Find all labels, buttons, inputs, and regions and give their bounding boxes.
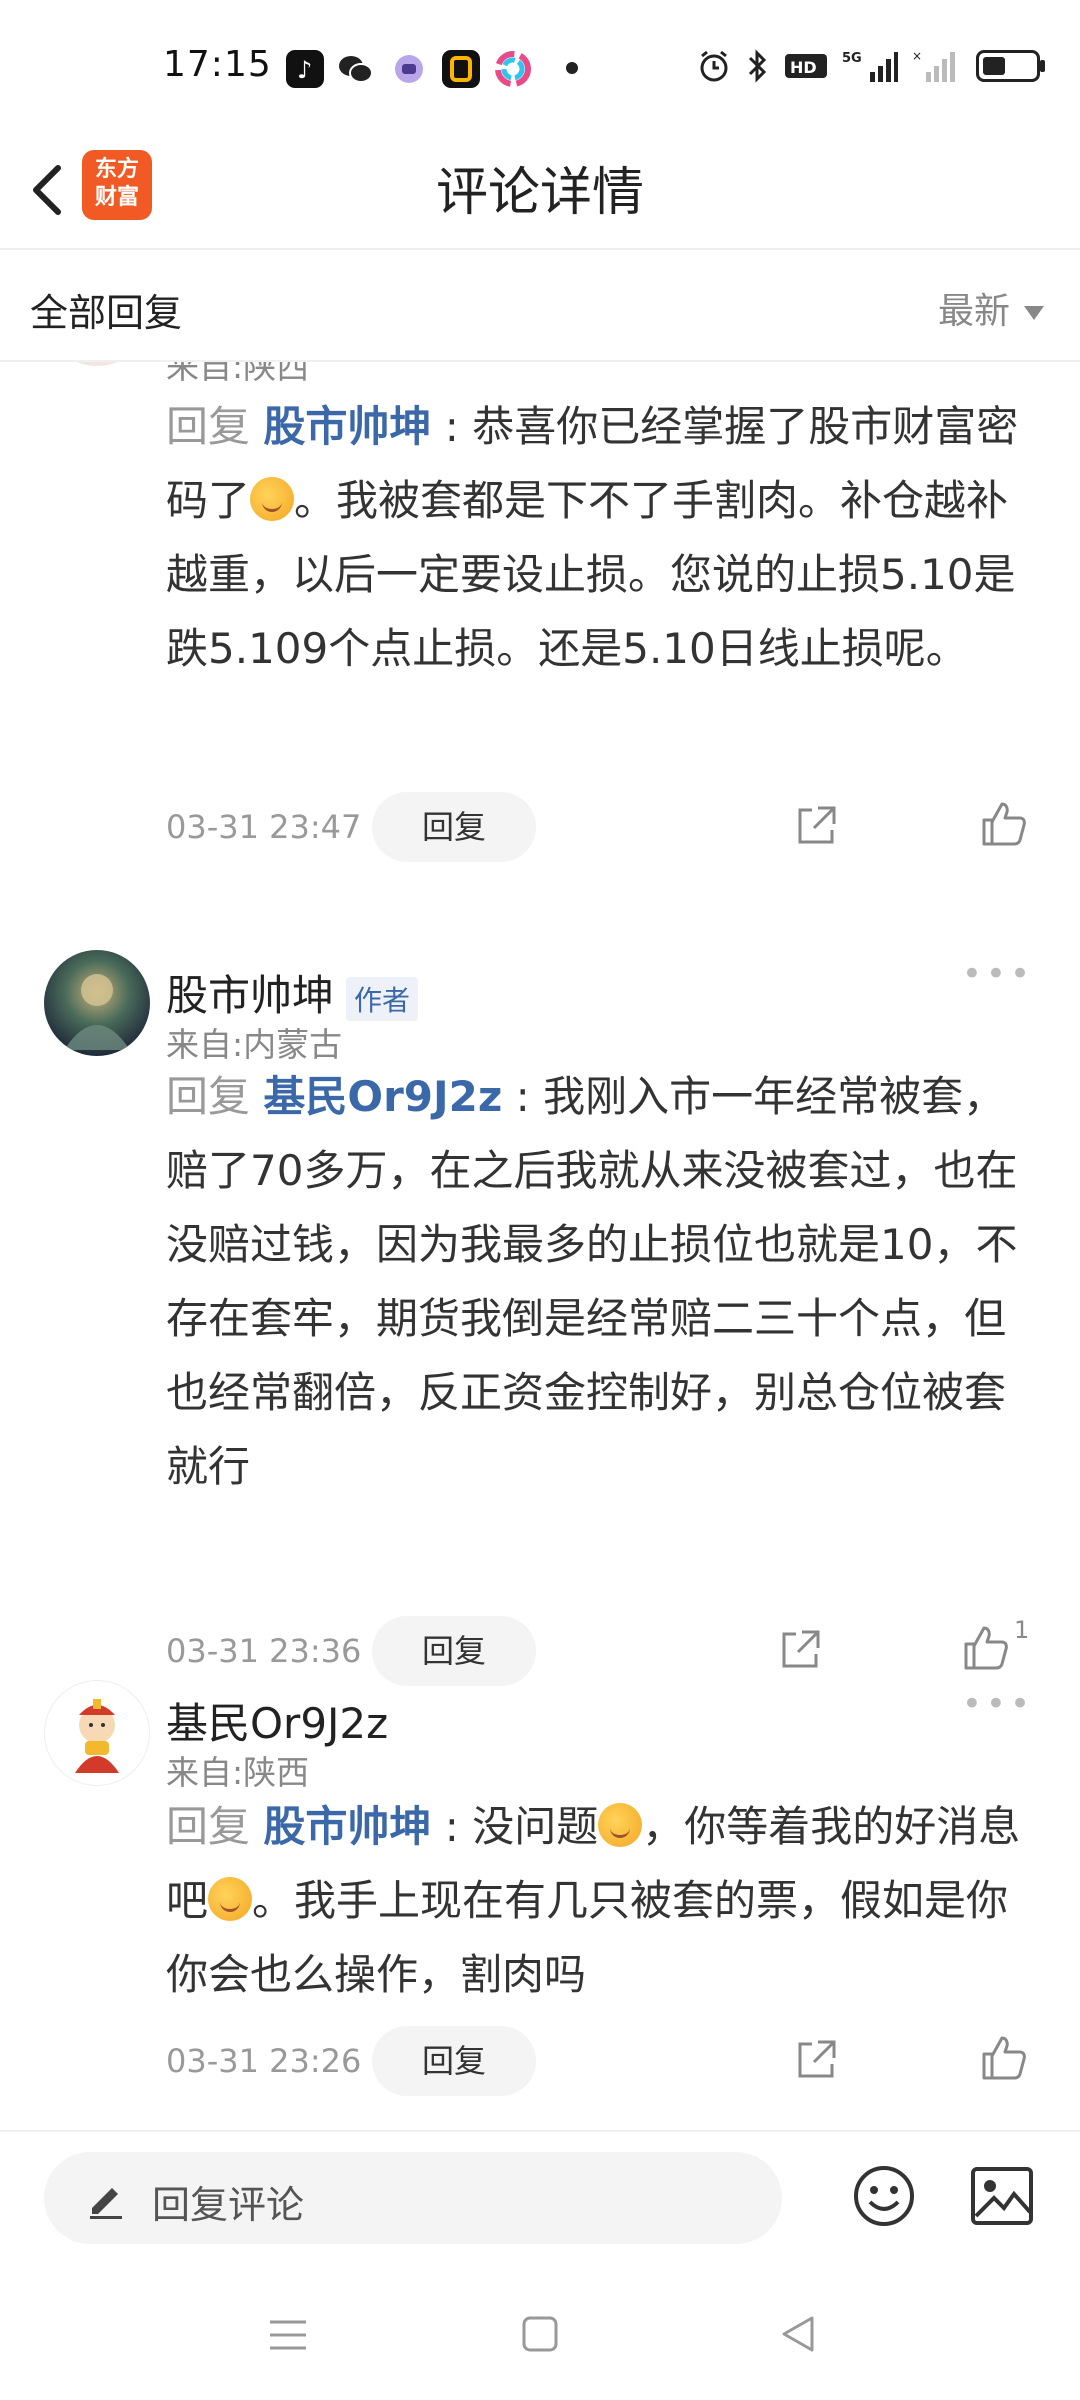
comment-location: 来自:内蒙古 bbox=[166, 1025, 343, 1064]
svg-text:5G: 5G bbox=[842, 51, 862, 66]
comment-text-part: 没问题 bbox=[472, 1802, 599, 1851]
comment-text-part: 。我手上现在有几只被套的票，假如是你你会也么操作，割肉吗 bbox=[166, 1876, 1009, 1999]
emoji-picker-icon[interactable] bbox=[852, 2164, 916, 2228]
sort-dropdown[interactable]: 最新 bbox=[938, 282, 1044, 334]
comment-text-part: 。我被套都是下不了手割肉。补仓越补越重，以后一定要设止损。您说的止损5.10是跌… bbox=[166, 476, 1016, 673]
more-icon[interactable]: ••• bbox=[962, 1684, 1034, 1724]
svg-text:HD: HD bbox=[790, 58, 817, 77]
comment-date: 03-31 23:47 bbox=[166, 808, 362, 846]
status-icons: HD 5G × bbox=[696, 48, 1045, 84]
reply-keyword: 回复 bbox=[166, 1072, 251, 1121]
reply-button[interactable]: 回复 bbox=[372, 1616, 536, 1686]
filter-bar: 全部回复 最新 bbox=[0, 250, 1080, 362]
reply-button[interactable]: 回复 bbox=[372, 792, 536, 862]
colon: : bbox=[502, 1072, 544, 1121]
reply-keyword: 回复 bbox=[166, 402, 251, 451]
reply-placeholder: 回复评论 bbox=[152, 2183, 305, 2227]
alarm-icon bbox=[700, 50, 728, 82]
comment-text-part: 我刚入市一年经常被套，赔了70多万，在之后我就从来没被套过，也在没赔过钱，因为我… bbox=[166, 1072, 1018, 1491]
svg-text:×: × bbox=[912, 49, 922, 63]
system-nav-bar bbox=[0, 2280, 1080, 2400]
back-nav-icon[interactable] bbox=[776, 2310, 820, 2360]
app-icon bbox=[390, 50, 428, 88]
sort-label: 最新 bbox=[937, 291, 1010, 332]
share-icon[interactable] bbox=[792, 2036, 840, 2084]
wechat-icon bbox=[336, 50, 374, 88]
comment-text: 回复 基民Or9J2z : 我刚入市一年经常被套，赔了70多万，在之后我就从来没… bbox=[166, 1060, 1036, 1504]
thumbs-up-icon[interactable] bbox=[978, 2032, 1030, 2084]
menu-icon[interactable] bbox=[266, 2310, 310, 2360]
emoji-icon bbox=[598, 1803, 643, 1847]
signal-icon: × bbox=[912, 49, 955, 82]
mention-link[interactable]: 股市帅坤 bbox=[263, 1802, 431, 1851]
avatar[interactable] bbox=[44, 1680, 150, 1786]
app-icon bbox=[494, 50, 532, 88]
username[interactable]: 股市帅坤 作者 bbox=[166, 962, 419, 1023]
thumbs-up-icon[interactable] bbox=[978, 798, 1030, 850]
triangle-down-icon bbox=[1024, 306, 1044, 320]
status-time: 17:15 bbox=[163, 44, 272, 85]
share-icon[interactable] bbox=[792, 802, 840, 850]
colon: : bbox=[431, 402, 473, 451]
comment-actions: 03-31 23:26 回复 bbox=[166, 2026, 1036, 2096]
reply-input[interactable]: 回复评论 bbox=[44, 2152, 782, 2244]
comment-actions: 03-31 23:47 回复 bbox=[166, 792, 1036, 862]
author-badge: 作者 bbox=[346, 976, 419, 1021]
thumbs-up-icon[interactable] bbox=[960, 1622, 1012, 1674]
username[interactable]: 基民Or9J2z bbox=[166, 1690, 388, 1751]
comment-text: 回复 股市帅坤 : 恭喜你已经掌握了股市财富密码了 。我被套都是下不了手割肉。补仓… bbox=[166, 390, 1036, 686]
page-title: 评论详情 bbox=[435, 163, 644, 223]
5g-signal-icon: 5G bbox=[842, 51, 898, 82]
share-icon[interactable] bbox=[776, 1626, 824, 1674]
comment-date: 03-31 23:26 bbox=[166, 2042, 362, 2080]
hd-icon: HD bbox=[785, 54, 827, 78]
colon: : bbox=[431, 1802, 473, 1851]
app-icon bbox=[442, 50, 480, 88]
home-icon[interactable] bbox=[518, 2310, 562, 2360]
username-text: 股市帅坤 bbox=[166, 971, 335, 1020]
all-replies-label: 全部回复 bbox=[30, 291, 183, 335]
comment-actions: 03-31 23:36 回复 1 bbox=[166, 1616, 1036, 1686]
header: 东方 财富 评论详情 bbox=[0, 140, 1080, 248]
mention-link[interactable]: 基民Or9J2z bbox=[263, 1072, 502, 1121]
reply-keyword: 回复 bbox=[166, 1802, 251, 1851]
emoji-icon bbox=[208, 1877, 253, 1921]
notification-dot bbox=[566, 62, 578, 74]
tiktok-icon: ♪ bbox=[286, 50, 324, 88]
pencil-icon bbox=[90, 2188, 122, 2219]
svg-text:♪: ♪ bbox=[297, 56, 312, 84]
comment-list[interactable]: 来自:陕西 回复 股市帅坤 : 恭喜你已经掌握了股市财富密码了 。我被套都是下不了… bbox=[0, 360, 1080, 2130]
comment-location: 来自:陕西 bbox=[166, 360, 310, 386]
comment-text: 回复 股市帅坤 : 没问题 ，你等着我的好消息吧 。我手上现在有几只被套的票，假如是… bbox=[166, 1790, 1036, 2012]
image-icon[interactable] bbox=[970, 2166, 1034, 2226]
status-bar: 17:15 ♪ HD 5G × bbox=[0, 0, 1080, 140]
battery-icon bbox=[976, 50, 1045, 82]
more-icon[interactable]: ••• bbox=[962, 954, 1034, 994]
mention-link[interactable]: 股市帅坤 bbox=[263, 402, 431, 451]
like-count: 1 bbox=[1014, 1616, 1030, 1644]
reply-bar: 回复评论 bbox=[0, 2130, 1080, 2252]
bluetooth-icon bbox=[748, 49, 767, 83]
comment-location: 来自:陕西 bbox=[166, 1753, 310, 1792]
avatar[interactable] bbox=[44, 950, 150, 1056]
reply-button[interactable]: 回复 bbox=[372, 2026, 536, 2096]
emoji-icon bbox=[250, 477, 295, 521]
comment-date: 03-31 23:36 bbox=[166, 1632, 362, 1670]
